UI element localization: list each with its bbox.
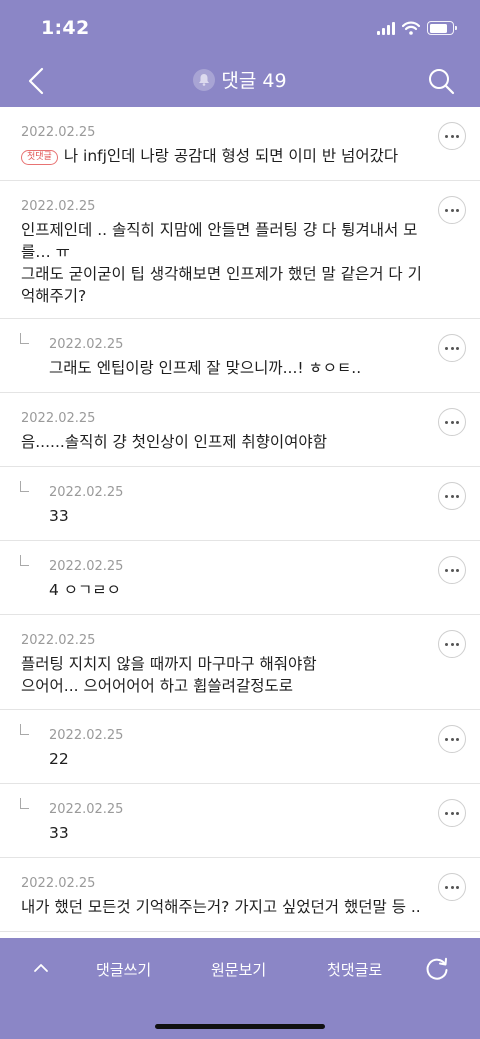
comment-text: 그래도 굳이굳이 팁 생각해보면 인프제가 했던 말 같은거 다 기억해주기? <box>21 265 422 305</box>
comment-text: 으어어... 으어어어어 하고 휩쓸려갈정도로 <box>21 677 293 695</box>
search-button[interactable] <box>424 64 458 98</box>
comment-text: 내가 했던 모든것 기억해주는거? 가지고 싶었던거 했던말 등 .. <box>21 898 421 916</box>
comment-date: 2022.02.25 <box>49 802 124 817</box>
chevron-up-icon <box>34 964 48 972</box>
comment-date: 2022.02.25 <box>21 199 96 214</box>
comment-item: 2022.02.25 음......솔직히 걍 첫인상이 인프제 취향이여야함 <box>0 393 480 467</box>
more-options-button[interactable] <box>438 408 466 436</box>
comment-text: 첫댓글 나 infj인데 나랑 공감대 형성 되면 이미 반 넘어갔다 <box>21 145 430 167</box>
bell-icon[interactable] <box>193 68 216 91</box>
first-comment-button[interactable]: 첫댓글로 <box>327 959 382 980</box>
comment-date: 2022.02.25 <box>21 125 96 140</box>
more-options-button[interactable] <box>438 799 466 827</box>
reply-item: 2022.02.25 4 ㅇㄱㄹㅇ <box>0 541 480 615</box>
home-indicator <box>155 1024 325 1029</box>
comment-date: 2022.02.25 <box>21 633 96 648</box>
app-header: 1:42 댓글 49 <box>0 0 480 107</box>
wifi-icon <box>402 21 420 35</box>
comment-item: 2022.02.25 인프제인데 .. 솔직히 지맘에 안들면 플러팅 걍 다 … <box>0 181 480 319</box>
refresh-button[interactable] <box>424 956 450 982</box>
comment-text: 음......솔직히 걍 첫인상이 인프제 취향이여야함 <box>21 433 327 451</box>
page-title-group: 댓글 49 <box>0 66 480 93</box>
more-options-button[interactable] <box>438 196 466 224</box>
first-comment-badge: 첫댓글 <box>21 150 58 165</box>
comment-date: 2022.02.25 <box>21 876 96 891</box>
reply-indicator-icon <box>20 333 29 344</box>
reply-item: 2022.02.25 33 <box>0 467 480 541</box>
reply-item: 2022.02.25 33 <box>0 784 480 858</box>
reply-item: 2022.02.25 그래도 엔팁이랑 인프제 잘 맞으니까...! ㅎㅇㅌ.. <box>0 319 480 393</box>
comment-text: 플러팅 지치지 않을 때까지 마구마구 해줘야함 <box>21 655 317 673</box>
comment-body: 나 infj인데 나랑 공감대 형성 되면 이미 반 넘어갔다 <box>63 147 399 165</box>
comment-item: 2022.02.25 플러팅 지치지 않을 때까지 마구마구 해줘야함 으어어.… <box>0 615 480 710</box>
write-comment-button[interactable]: 댓글쓰기 <box>96 959 151 980</box>
view-original-button[interactable]: 원문보기 <box>211 959 266 980</box>
comment-date: 2022.02.25 <box>49 559 124 574</box>
more-options-button[interactable] <box>438 334 466 362</box>
signal-icon <box>377 21 395 35</box>
comment-text: 33 <box>49 824 69 842</box>
reply-indicator-icon <box>20 798 29 809</box>
search-icon <box>429 69 455 95</box>
comment-item: 2022.02.25 첫댓글 나 infj인데 나랑 공감대 형성 되면 이미 반… <box>0 107 480 181</box>
more-options-button[interactable] <box>438 630 466 658</box>
comment-text: 4 ㅇㄱㄹㅇ <box>49 581 121 599</box>
comment-list[interactable]: 2022.02.25 첫댓글 나 infj인데 나랑 공감대 형성 되면 이미 반… <box>0 107 480 938</box>
reply-indicator-icon <box>20 555 29 566</box>
more-options-button[interactable] <box>438 725 466 753</box>
comment-item: 2022.02.25 내가 했던 모든것 기억해주는거? 가지고 싶었던거 했던… <box>0 858 480 932</box>
status-time: 1:42 <box>41 17 90 39</box>
comment-text: 22 <box>49 750 69 768</box>
scroll-top-button[interactable] <box>31 960 51 976</box>
page-title: 댓글 49 <box>221 70 287 92</box>
reply-indicator-icon <box>20 724 29 735</box>
more-options-button[interactable] <box>438 873 466 901</box>
comment-text: 33 <box>49 507 69 525</box>
comment-text: 인프제인데 .. 솔직히 지맘에 안들면 플러팅 걍 다 튕겨내서 모를… ㅠ <box>21 221 418 261</box>
battery-icon <box>427 21 457 35</box>
more-options-button[interactable] <box>438 556 466 584</box>
comment-date: 2022.02.25 <box>49 728 124 743</box>
bottom-toolbar: 댓글쓰기 원문보기 첫댓글로 <box>0 938 480 1039</box>
comment-text: 그래도 엔팁이랑 인프제 잘 맞으니까...! ㅎㅇㅌ.. <box>49 359 362 377</box>
more-options-button[interactable] <box>438 122 466 150</box>
reply-item: 2022.02.25 22 <box>0 710 480 784</box>
refresh-icon <box>426 957 448 980</box>
reply-indicator-icon <box>20 481 29 492</box>
comment-date: 2022.02.25 <box>49 337 124 352</box>
comment-date: 2022.02.25 <box>21 411 96 426</box>
more-options-button[interactable] <box>438 482 466 510</box>
comment-date: 2022.02.25 <box>49 485 124 500</box>
status-icons <box>377 20 457 36</box>
